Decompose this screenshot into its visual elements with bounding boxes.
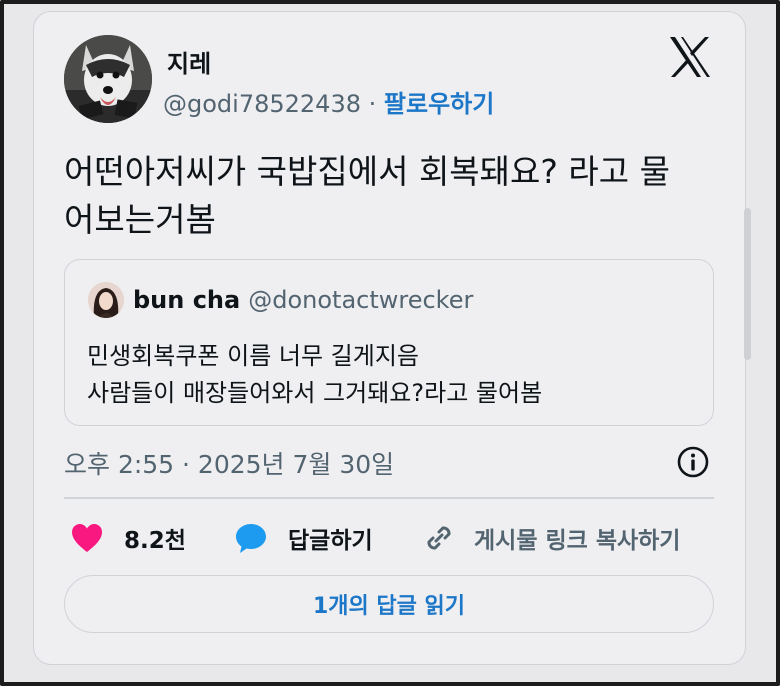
link-icon [422, 521, 456, 555]
quoted-post[interactable]: bun cha @donotactwrecker 민생회복쿠폰 이름 너무 길게지… [64, 259, 714, 426]
like-button[interactable]: 8.2천 [70, 520, 186, 556]
speech-bubble-icon [234, 521, 268, 555]
quote-header: bun cha @donotactwrecker [133, 286, 473, 314]
heart-icon [70, 522, 104, 554]
divider [64, 497, 714, 499]
like-count: 8.2천 [124, 528, 186, 554]
read-replies-label: 1개의 답글 읽기 [312, 594, 466, 619]
quote-text-line: 사람들이 매장들어와서 그거돼요?라고 물어봄 [87, 379, 543, 407]
x-logo-icon[interactable] [668, 36, 712, 78]
post-text: 어떤아저씨가 국밥집에서 회복돼요? 라고 물 어보는거봄 [64, 148, 714, 244]
author-handle-row: @godi78522438 · 팔로우하기 [163, 84, 494, 119]
quote-author-name: bun cha [133, 286, 241, 314]
author-handle[interactable]: @godi78522438 [163, 90, 361, 118]
quote-author-handle: @donotactwrecker [248, 286, 474, 314]
author-avatar[interactable] [64, 35, 152, 123]
post-timestamp[interactable]: 오후 2:55 · 2025년 7월 30일 [64, 445, 394, 481]
post-text-line: 어보는거봄 [64, 200, 216, 239]
copy-link-button[interactable]: 게시물 링크 복사하기 [422, 520, 680, 556]
quote-author-avatar [88, 282, 124, 318]
quote-text-line: 민생회복쿠폰 이름 너무 길게지음 [87, 342, 420, 370]
reply-button[interactable]: 답글하기 [234, 520, 373, 556]
reply-label: 답글하기 [288, 528, 373, 554]
post-text-line: 어떤아저씨가 국밥집에서 회복돼요? 라고 물 [64, 152, 670, 191]
author-name[interactable]: 지레 [167, 44, 211, 79]
scrollbar-thumb[interactable] [744, 208, 751, 360]
copy-link-label: 게시물 링크 복사하기 [474, 528, 681, 554]
read-replies-button[interactable]: 1개의 답글 읽기 [64, 575, 714, 633]
separator-dot: · [368, 90, 377, 118]
follow-button[interactable]: 팔로우하기 [384, 90, 494, 118]
info-icon[interactable] [676, 445, 710, 479]
